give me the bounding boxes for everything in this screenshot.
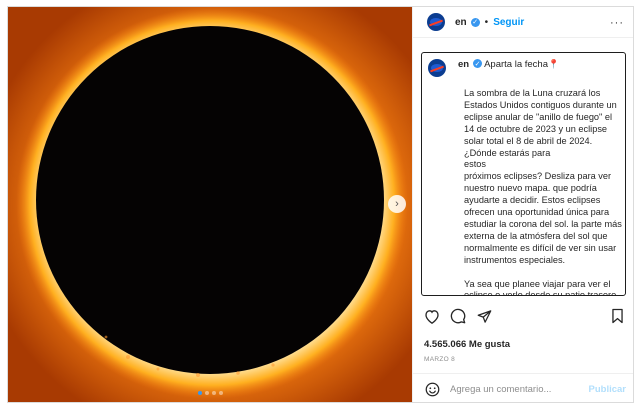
comment-bar: Publicar: [413, 373, 633, 402]
header-username[interactable]: en: [455, 17, 467, 28]
share-icon[interactable]: [475, 307, 493, 325]
likes-count[interactable]: 4.565.066 Me gusta: [424, 339, 510, 350]
post-header: en ✓ • Seguir ···: [413, 7, 633, 38]
eclipse-image: [8, 7, 412, 402]
chevron-right-icon: ›: [395, 198, 399, 210]
caption-header: en ✓ Aparta la fecha📍: [428, 59, 559, 77]
carousel-indicator: [8, 391, 412, 395]
post-date: MARZO 8: [424, 356, 455, 363]
pin-icon: 📍: [548, 59, 560, 69]
carousel-dot: [197, 391, 202, 395]
caption-headline: Aparta la fecha📍: [484, 59, 559, 70]
caption-username[interactable]: en: [458, 59, 469, 70]
comment-icon[interactable]: [449, 307, 467, 325]
caption-text: La sombra de la Luna cruzará los Estados…: [464, 88, 622, 296]
publish-button[interactable]: Publicar: [589, 384, 627, 395]
more-options-icon[interactable]: ···: [610, 17, 624, 29]
caption-box: en ✓ Aparta la fecha📍 La sombra de la Lu…: [421, 52, 626, 296]
comment-input[interactable]: [450, 383, 585, 395]
carousel-dot: [218, 391, 223, 395]
bookmark-icon[interactable]: [608, 307, 626, 325]
next-image-button[interactable]: ›: [388, 195, 406, 213]
verified-badge-icon: ✓: [473, 59, 483, 68]
instagram-post: › en ✓ • Seguir ··· en ✓ Aparta la fecha…: [7, 6, 634, 403]
emoji-icon[interactable]: [424, 381, 440, 397]
verified-badge-icon: ✓: [470, 17, 480, 27]
caption-avatar[interactable]: [428, 59, 446, 77]
carousel-dot: [211, 391, 216, 395]
follow-button[interactable]: Seguir: [493, 17, 524, 28]
carousel-dot: [204, 391, 209, 395]
header-separator: •: [484, 16, 489, 28]
post-side-panel: en ✓ • Seguir ··· en ✓ Aparta la fecha📍 …: [412, 7, 633, 402]
post-actions: [423, 307, 626, 325]
post-media[interactable]: ›: [8, 7, 412, 402]
avatar[interactable]: [427, 13, 445, 31]
heart-icon[interactable]: [423, 307, 441, 325]
caption-headline-text: Aparta la fecha: [484, 59, 548, 70]
